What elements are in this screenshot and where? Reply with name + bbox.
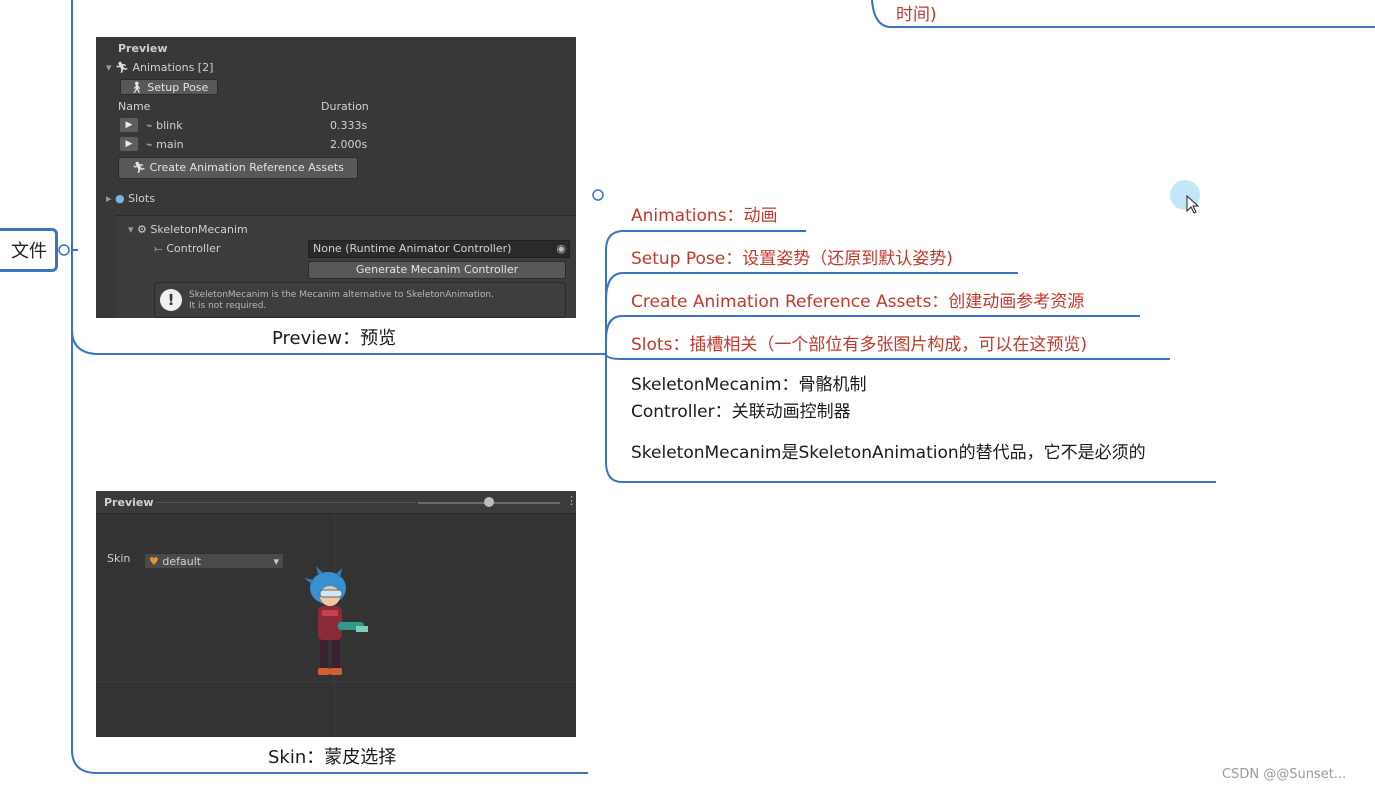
skin-value: default <box>162 555 202 568</box>
controller-field[interactable]: None (Runtime Animator Controller) ◉ <box>308 240 570 258</box>
help-text-line2: It is not required. <box>189 301 267 311</box>
create-animation-reference-assets-button[interactable]: 🏃︎ Create Animation Reference Assets <box>118 157 358 179</box>
note-line-2: Controller：关联动画控制器 <box>631 402 851 422</box>
animations-foldout[interactable]: ▾ 🏃︎ Animations [2] <box>106 61 213 74</box>
more-options-icon[interactable]: ⋮ <box>566 494 576 507</box>
animation-duration: 0.333s <box>330 119 368 132</box>
setup-pose-label: Setup Pose <box>147 81 209 94</box>
slots-label: Slots <box>128 192 155 205</box>
foldout-arrow-icon: ▾ <box>128 223 134 236</box>
root-node-label: 文件 <box>11 241 47 262</box>
skin-label: Skin <box>107 552 131 565</box>
component-icon: ⚙ <box>137 223 147 236</box>
top-branch-fragment[interactable]: 时间) <box>896 0 937 25</box>
slots-foldout[interactable]: ▸ ● Slots <box>106 192 155 205</box>
controller-label: Controller <box>166 242 221 255</box>
animation-duration: 2.000s <box>330 138 368 151</box>
component-foldout[interactable]: ▾ ⚙ SkeletonMecanim <box>128 223 248 236</box>
chevron-down-icon: ▾ <box>273 555 279 568</box>
note-line-3: SkeletonMecanim是SkeletonAnimation的替代品，它不… <box>631 443 1146 463</box>
controller-row: ⤚ Controller <box>154 242 220 256</box>
animation-clip-icon: ⌁ <box>146 138 153 151</box>
animation-row-main: ⌁ main <box>146 138 184 151</box>
mouse-cursor-icon <box>1186 195 1200 214</box>
branch-animations[interactable]: Animations：动画 <box>631 201 778 226</box>
skin-dropdown[interactable]: ♥ default ▾ <box>144 553 284 569</box>
run-icon: 🏃︎ <box>132 161 147 174</box>
branch-slots[interactable]: Slots：插槽相关（一个部位有多张图片构成，可以在这预览) <box>631 330 1087 355</box>
toolbar-divider <box>156 502 416 503</box>
play-main-button[interactable]: ▶ <box>120 137 138 151</box>
watermark: CSDN @@Sunset... <box>1222 767 1347 782</box>
animation-clip-icon: ⌁ <box>146 119 153 132</box>
column-name: Name <box>118 100 151 113</box>
generate-mecanim-controller-button[interactable]: Generate Mecanim Controller <box>308 261 566 279</box>
animation-row-blink: ⌁ blink <box>146 119 183 132</box>
help-box: ! SkeletonMecanim is the Mecanim alterna… <box>154 282 566 318</box>
generate-label: Generate Mecanim Controller <box>355 263 519 276</box>
setup-pose-button[interactable]: 🚶︎ Setup Pose <box>120 79 218 95</box>
animation-name: blink <box>156 119 183 132</box>
note-line-1: SkeletonMecanim：骨骼机制 <box>631 375 867 395</box>
pose-icon: 🚶︎ <box>129 81 144 94</box>
controller-value: None (Runtime Animator Controller) <box>313 242 512 255</box>
inspector-preview-screenshot: Preview ▾ 🏃︎ Animations [2] 🚶︎ Setup Pos… <box>96 37 576 318</box>
zoom-slider-handle[interactable] <box>484 497 494 507</box>
foldout-arrow-icon: ▸ <box>106 192 112 205</box>
foldout-arrow-icon: ▾ <box>106 61 112 74</box>
preview-toolbar: Preview ⋮ <box>96 491 576 514</box>
branch-setup-pose[interactable]: Setup Pose：设置姿势（还原到默认姿势) <box>631 244 953 269</box>
animations-label: Animations [2] <box>132 61 214 74</box>
skin-preview-screenshot: Preview ⋮ Skin ♥ default ▾ <box>96 491 576 737</box>
skeleton-mecanim-component: ▾ ⚙ SkeletonMecanim ⤚ Controller None (R… <box>116 215 576 318</box>
preview-caption[interactable]: Preview：预览 <box>272 324 396 350</box>
character-sprite <box>304 566 368 675</box>
create-assets-label: Create Animation Reference Assets <box>149 161 344 174</box>
preview-header: Preview <box>118 42 168 55</box>
info-icon: ! <box>160 289 182 311</box>
skin-icon: ♥ <box>149 555 159 568</box>
play-blink-button[interactable]: ▶ <box>120 118 138 132</box>
help-text-line1: SkeletonMecanim is the Mecanim alternati… <box>189 290 494 300</box>
animation-name: main <box>156 138 184 151</box>
run-icon: 🏃︎ <box>115 61 129 74</box>
object-picker-icon[interactable]: ◉ <box>556 241 566 257</box>
column-duration: Duration <box>321 100 369 113</box>
controller-icon: ⤚ <box>154 242 163 255</box>
skin-caption[interactable]: Skin：蒙皮选择 <box>268 743 396 769</box>
root-node-file[interactable]: 文件 <box>0 228 58 272</box>
slots-icon: ● <box>115 192 125 205</box>
preview-header: Preview <box>104 496 154 509</box>
branch-note-mecanim[interactable]: SkeletonMecanim：骨骼机制 Controller：关联动画控制器 … <box>631 372 1146 467</box>
component-label: SkeletonMecanim <box>150 223 248 236</box>
branch-create-reference-assets[interactable]: Create Animation Reference Assets：创建动画参考… <box>631 287 1084 312</box>
